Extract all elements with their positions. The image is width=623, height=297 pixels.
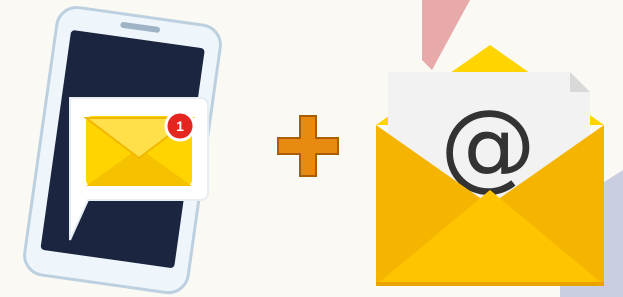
illustration-canvas: 1 @ (23, 0, 623, 297)
letter-corner-fold (570, 72, 590, 92)
email-envelope-icon: @ (376, 45, 604, 286)
notification-badge: 1 (164, 110, 196, 142)
badge-count: 1 (176, 118, 184, 134)
plus-icon (277, 115, 339, 177)
illustration: 1 @ (0, 0, 623, 297)
envelope-bottom-edge (376, 282, 604, 286)
pink-stripe-shape (422, 0, 470, 70)
plus-shape (277, 115, 339, 177)
